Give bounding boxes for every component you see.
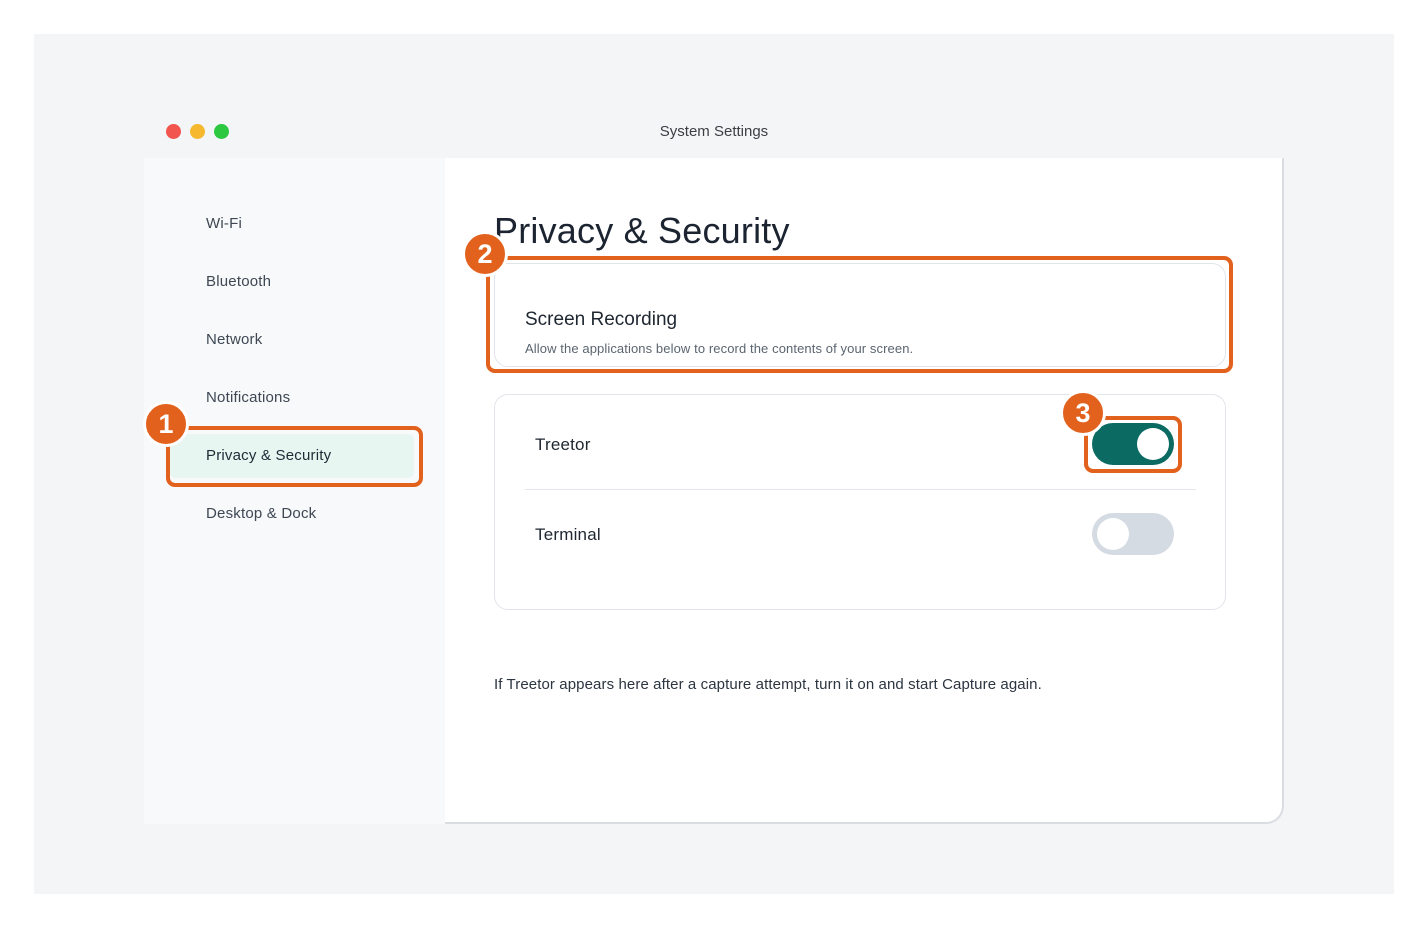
step-badge-2: 2 xyxy=(462,231,508,277)
sidebar-item-wifi[interactable]: Wi-Fi xyxy=(170,202,414,246)
step-badge-1: 1 xyxy=(143,401,189,447)
sidebar-item-network[interactable]: Network xyxy=(170,318,414,362)
step-badge-3: 3 xyxy=(1060,390,1106,436)
window-title: System Settings xyxy=(659,123,769,140)
settings-window: System Settings Wi-Fi Bluetooth Network … xyxy=(144,108,1284,824)
list-item: Terminal xyxy=(495,490,1225,580)
sidebar-item-bluetooth[interactable]: Bluetooth xyxy=(170,260,414,304)
toggle-knob xyxy=(1097,518,1129,550)
content-pane: Privacy & Security Screen Recording Allo… xyxy=(445,158,1284,824)
sidebar: Wi-Fi Bluetooth Network Notifications Pr… xyxy=(144,158,445,824)
sidebar-item-privacy-security[interactable]: Privacy & Security xyxy=(170,434,414,478)
screen-recording-section: Screen Recording Allow the applications … xyxy=(494,263,1226,367)
app-name-terminal: Terminal xyxy=(535,525,601,544)
page-title: Privacy & Security xyxy=(494,210,790,251)
sidebar-item-desktop-dock[interactable]: Desktop & Dock xyxy=(170,492,414,536)
title-bar: System Settings xyxy=(144,108,1284,158)
section-title: Screen Recording xyxy=(525,309,678,330)
toggle-knob xyxy=(1137,428,1169,460)
section-description: Allow the applications below to record t… xyxy=(525,341,914,356)
list-item: Treetor xyxy=(495,395,1225,485)
hint-text: If Treetor appears here after a capture … xyxy=(494,676,1042,693)
terminal-toggle[interactable] xyxy=(1092,513,1174,555)
app-name-treetor: Treetor xyxy=(535,435,591,454)
treetor-toggle[interactable] xyxy=(1092,423,1174,465)
sidebar-item-notifications[interactable]: Notifications xyxy=(170,376,414,420)
app-list: Treetor Terminal xyxy=(494,394,1226,610)
